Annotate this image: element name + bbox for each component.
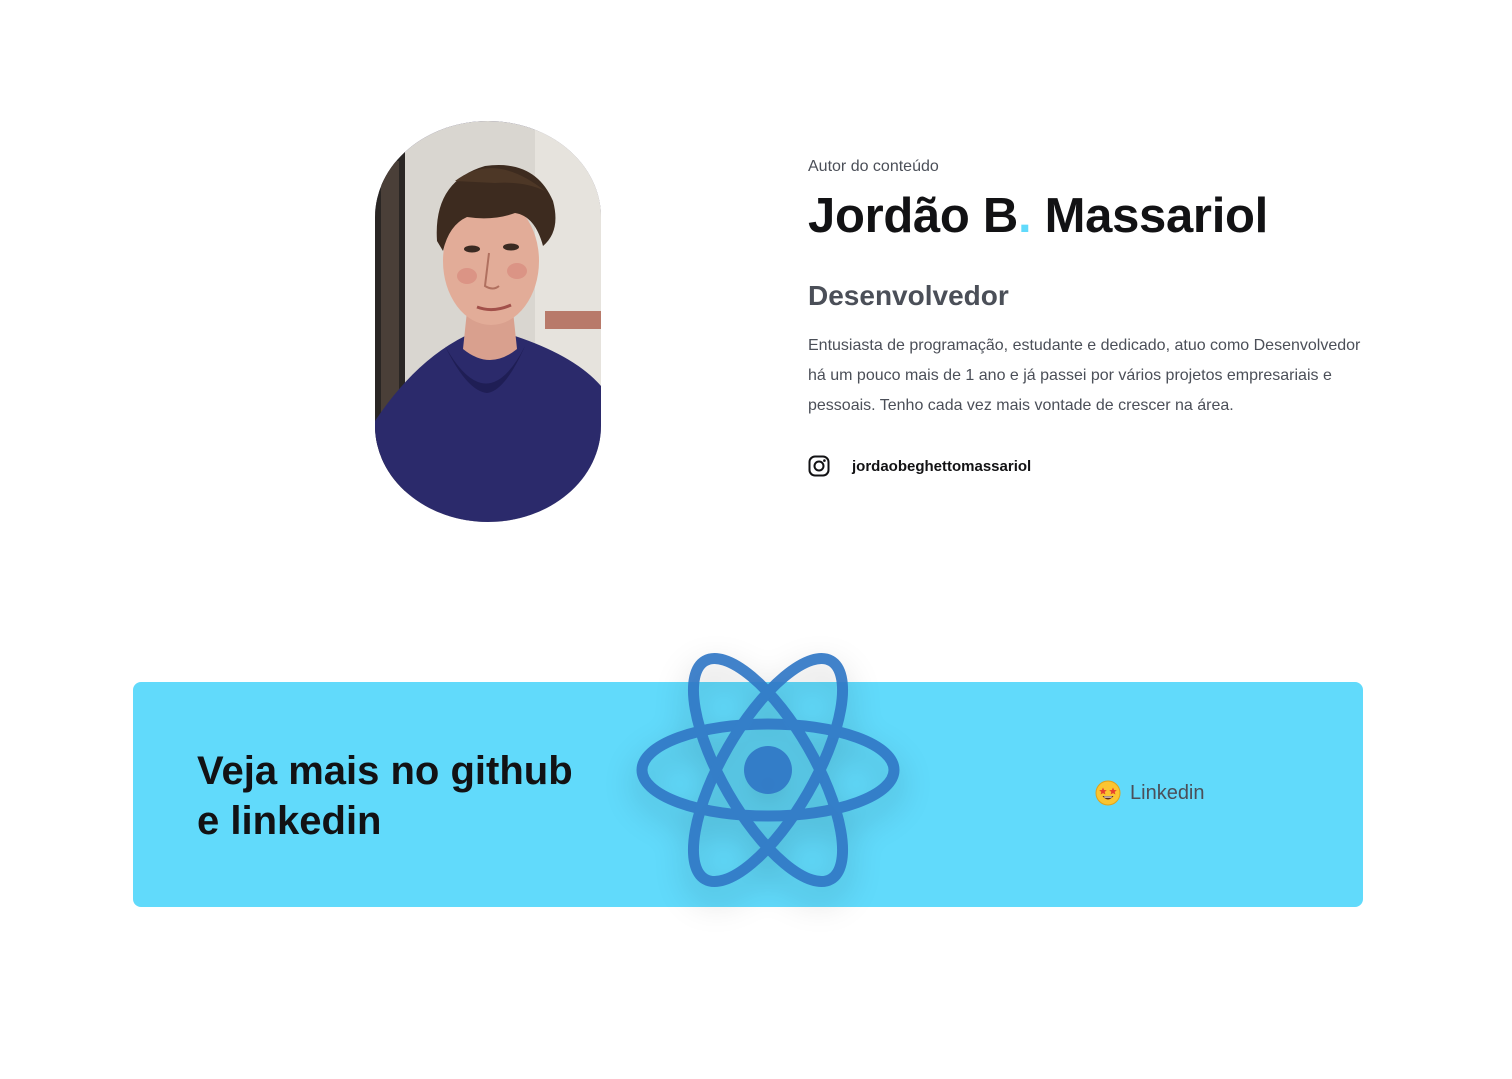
instagram-handle: jordaobeghettomassariol: [852, 457, 1032, 475]
author-info: Autor do conteúdo Jordão B. Massariol De…: [808, 157, 1368, 477]
banner-title: Veja mais no github e linkedin: [197, 746, 617, 846]
instagram-icon: [808, 455, 830, 477]
react-logo-icon: [630, 640, 906, 900]
author-name-dot: .: [1017, 189, 1032, 243]
author-eyebrow: Autor do conteúdo: [808, 158, 939, 175]
author-name-first: Jordão B: [808, 189, 1018, 243]
page: Autor do conteúdo Jordão B. Massariol De…: [0, 0, 1512, 1079]
author-photo: [375, 121, 601, 522]
author-name-last: Massariol: [1031, 189, 1269, 243]
star-struck-emoji-icon: [1095, 780, 1121, 806]
instagram-link[interactable]: jordaobeghettomassariol: [808, 455, 1368, 477]
linkedin-link[interactable]: Linkedin: [1095, 780, 1205, 806]
banner-title-line1: Veja mais no github: [197, 749, 573, 793]
linkedin-label: Linkedin: [1130, 782, 1205, 804]
author-name: Jordão B. Massariol: [808, 187, 1368, 245]
banner-title-line2: e linkedin: [197, 799, 382, 843]
author-bio: Entusiasta de programação, estudante e d…: [808, 337, 1361, 414]
author-role: Desenvolvedor: [808, 280, 1009, 311]
